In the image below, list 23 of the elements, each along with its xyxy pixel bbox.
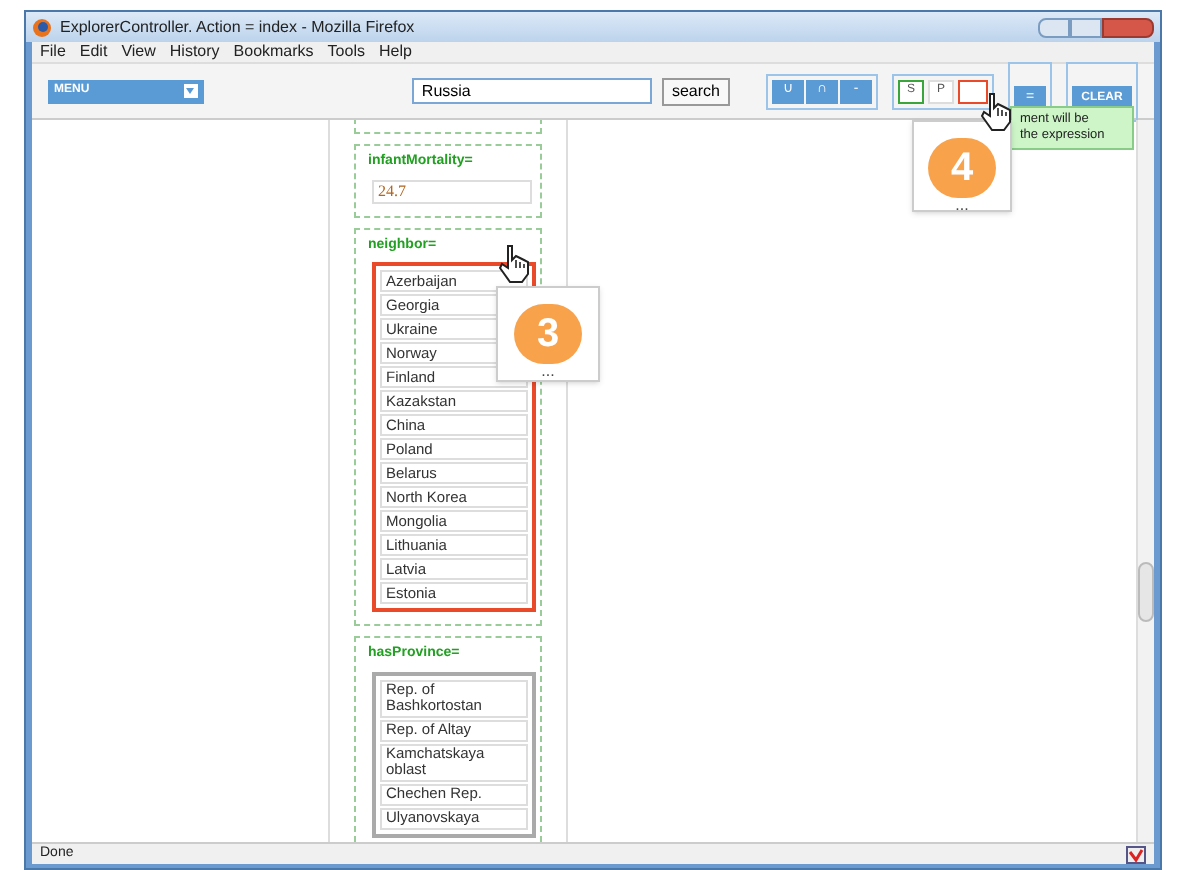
search-field[interactable]: Russia xyxy=(411,78,652,104)
window-title: ExplorerController. Action = index - Mozilla Firefox xyxy=(60,15,415,39)
ellipsis-text: ... xyxy=(541,364,555,380)
step-number-badge: 3 xyxy=(514,304,582,364)
menu-item[interactable]: View xyxy=(121,40,156,64)
menu-item[interactable]: Bookmarks xyxy=(233,40,314,64)
menu-item[interactable]: History xyxy=(169,40,220,64)
minimize-button[interactable] xyxy=(1038,17,1070,37)
menu-item[interactable]: Edit xyxy=(79,40,108,64)
close-button[interactable] xyxy=(1102,17,1154,37)
search-button[interactable]: search xyxy=(661,77,730,105)
value-field: 24.7 xyxy=(372,179,532,203)
maximize-button[interactable] xyxy=(1070,17,1102,37)
menu-item[interactable]: Help xyxy=(378,40,412,64)
scrollbar-thumb[interactable] xyxy=(1138,562,1154,622)
browser-logo-icon xyxy=(32,17,52,37)
menu-item[interactable]: Tools xyxy=(327,40,365,64)
step-number-badge: 4 xyxy=(928,138,996,198)
caret-icon xyxy=(183,84,198,98)
scrollbar[interactable] xyxy=(1136,120,1154,842)
ellipsis-text: ... xyxy=(955,198,969,214)
drop-slot[interactable] xyxy=(958,79,988,103)
menu-item[interactable]: File xyxy=(40,40,66,64)
